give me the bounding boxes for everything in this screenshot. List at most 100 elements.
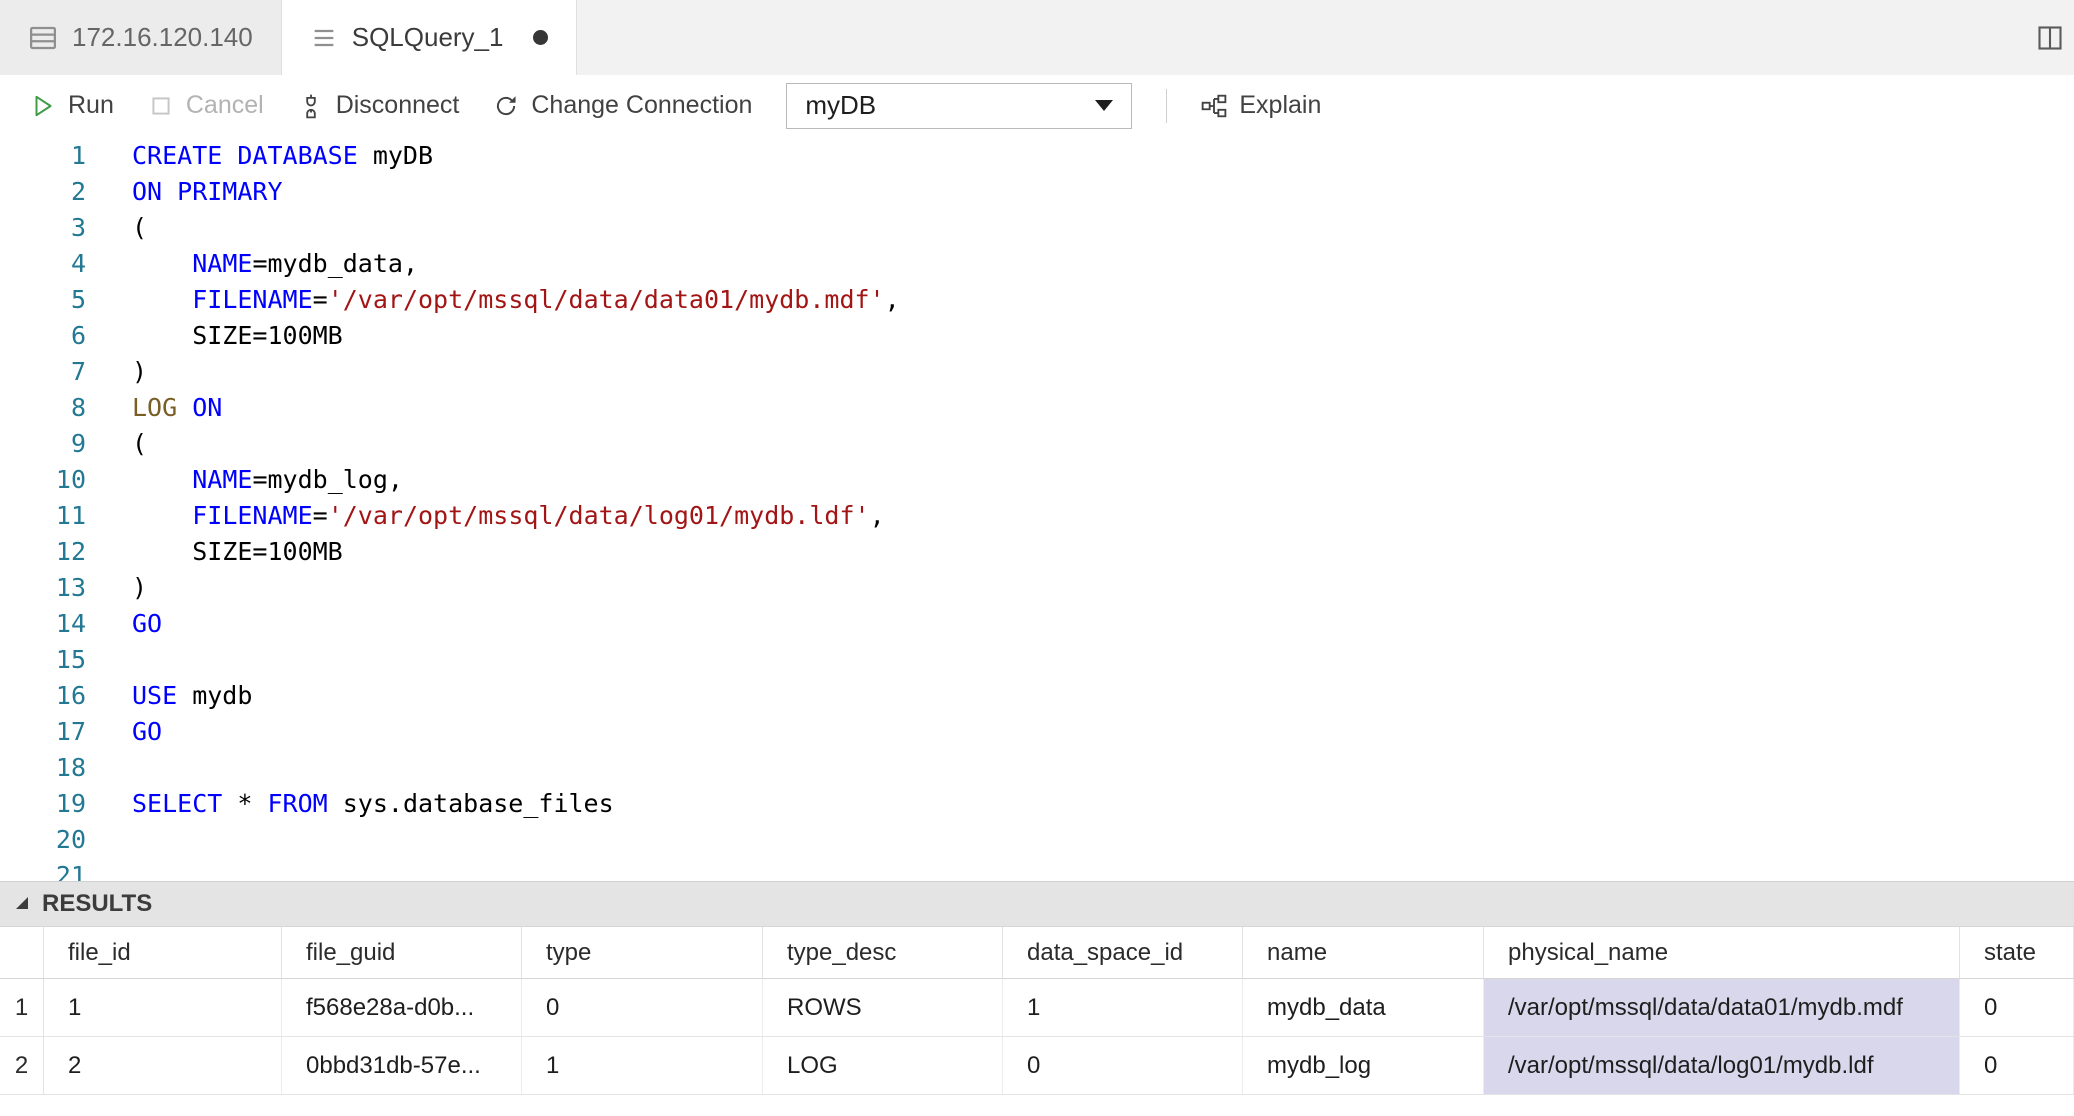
cell-physical_name[interactable]: /var/opt/mssql/data/data01/mydb.mdf: [1484, 979, 1960, 1036]
code-line[interactable]: 17GO: [0, 714, 2074, 750]
results-panel-header[interactable]: RESULTS: [0, 881, 2074, 926]
row-number[interactable]: 1: [0, 979, 44, 1036]
line-number: 13: [0, 570, 86, 606]
code-line[interactable]: 2 ON PRIMARY: [0, 174, 2074, 210]
code-line[interactable]: 18: [0, 750, 2074, 786]
code-line[interactable]: 14 GO: [0, 606, 2074, 642]
editor-tab-bar: 172.16.120.140 SQLQuery_1: [0, 0, 2074, 75]
code-line[interactable]: 21: [0, 858, 2074, 881]
run-label: Run: [68, 91, 114, 120]
code-text: ): [132, 354, 147, 390]
code-line[interactable]: 1CREATE DATABASE myDB: [0, 138, 2074, 174]
column-header-type[interactable]: type: [522, 927, 763, 978]
line-number: 19: [0, 786, 86, 822]
split-editor-icon[interactable]: [2026, 0, 2074, 75]
tab-sqlquery[interactable]: SQLQuery_1: [282, 0, 578, 75]
line-number: 15: [0, 642, 86, 678]
code-text: LOG ON: [132, 390, 222, 426]
cell-file_guid[interactable]: 0bbd31db-57e...: [282, 1037, 522, 1094]
run-button[interactable]: Run: [30, 91, 114, 120]
cell-state[interactable]: 0: [1960, 979, 2074, 1036]
line-number: 18: [0, 750, 86, 786]
cell-type_desc[interactable]: ROWS: [763, 979, 1003, 1036]
line-number: 14: [0, 606, 86, 642]
line-number: 20: [0, 822, 86, 858]
cell-type[interactable]: 0: [522, 979, 763, 1036]
cell-file_id[interactable]: 2: [44, 1037, 282, 1094]
change-connection-button[interactable]: Change Connection: [493, 91, 752, 120]
cell-type_desc[interactable]: LOG: [763, 1037, 1003, 1094]
sql-editor[interactable]: 1CREATE DATABASE myDB2 ON PRIMARY3(4 NAME…: [0, 136, 2074, 881]
code-text: SELECT * FROM sys.database_files: [132, 786, 614, 822]
code-line[interactable]: 13): [0, 570, 2074, 606]
cell-name[interactable]: mydb_log: [1243, 1037, 1484, 1094]
database-selector-value: myDB: [805, 90, 1095, 121]
code-text: USE mydb: [132, 678, 252, 714]
query-file-icon: [310, 24, 338, 52]
row-number[interactable]: 2: [0, 1037, 44, 1094]
cell-physical_name[interactable]: /var/opt/mssql/data/log01/mydb.ldf: [1484, 1037, 1960, 1094]
code-line[interactable]: 8 LOG ON: [0, 390, 2074, 426]
cell-state[interactable]: 0: [1960, 1037, 2074, 1094]
toolbar-separator: [1166, 89, 1167, 123]
cell-data_space_id[interactable]: 1: [1003, 979, 1243, 1036]
line-number: 8: [0, 390, 86, 426]
line-number: 17: [0, 714, 86, 750]
line-number: 2: [0, 174, 86, 210]
database-selector[interactable]: myDB: [786, 83, 1132, 129]
code-line[interactable]: 4 NAME=mydb_data,: [0, 246, 2074, 282]
cell-type[interactable]: 1: [522, 1037, 763, 1094]
code-line[interactable]: 15: [0, 642, 2074, 678]
code-text: GO: [132, 606, 162, 642]
cancel-icon: [148, 93, 174, 119]
code-line[interactable]: 6 SIZE=100MB: [0, 318, 2074, 354]
explain-label: Explain: [1239, 91, 1321, 120]
line-number: 21: [0, 858, 86, 881]
collapse-panel-icon[interactable]: [16, 897, 28, 909]
code-line[interactable]: 5 FILENAME='/var/opt/mssql/data/data01/m…: [0, 282, 2074, 318]
tab-server-dashboard[interactable]: 172.16.120.140: [0, 0, 282, 75]
column-header-state[interactable]: state: [1960, 927, 2074, 978]
column-header-name[interactable]: name: [1243, 927, 1484, 978]
code-line[interactable]: 3(: [0, 210, 2074, 246]
column-header-type_desc[interactable]: type_desc: [763, 927, 1003, 978]
explain-button[interactable]: Explain: [1201, 91, 1321, 120]
code-text: FILENAME='/var/opt/mssql/data/data01/myd…: [132, 282, 900, 318]
column-header-data_space_id[interactable]: data_space_id: [1003, 927, 1243, 978]
line-number: 4: [0, 246, 86, 282]
query-toolbar: Run Cancel Disconnect: [0, 75, 2074, 136]
column-header-file_guid[interactable]: file_guid: [282, 927, 522, 978]
code-line[interactable]: 9(: [0, 426, 2074, 462]
result-row[interactable]: 220bbd31db-57e...1LOG0mydb_log/var/opt/m…: [0, 1037, 2074, 1095]
code-line[interactable]: 10 NAME=mydb_log,: [0, 462, 2074, 498]
line-number: 6: [0, 318, 86, 354]
line-number: 11: [0, 498, 86, 534]
code-text: ON PRIMARY: [132, 174, 283, 210]
code-line[interactable]: 11 FILENAME='/var/opt/mssql/data/log01/m…: [0, 498, 2074, 534]
results-panel: RESULTS file_idfile_guidtypetype_descdat…: [0, 881, 2074, 1116]
code-text: SIZE=100MB: [132, 318, 343, 354]
cell-file_id[interactable]: 1: [44, 979, 282, 1036]
explain-icon: [1201, 93, 1227, 119]
code-line[interactable]: 16USE mydb: [0, 678, 2074, 714]
column-header-file_id[interactable]: file_id: [44, 927, 282, 978]
cell-name[interactable]: mydb_data: [1243, 979, 1484, 1036]
disconnect-button[interactable]: Disconnect: [298, 91, 460, 120]
code-line[interactable]: 19 SELECT * FROM sys.database_files: [0, 786, 2074, 822]
disconnect-label: Disconnect: [336, 91, 460, 120]
cell-file_guid[interactable]: f568e28a-d0b...: [282, 979, 522, 1036]
run-icon: [30, 93, 56, 119]
code-line[interactable]: 20: [0, 822, 2074, 858]
result-row[interactable]: 11f568e28a-d0b...0ROWS1mydb_data/var/opt…: [0, 979, 2074, 1037]
results-header-row: file_idfile_guidtypetype_descdata_space_…: [0, 926, 2074, 979]
code-lines: 1CREATE DATABASE myDB2 ON PRIMARY3(4 NAME…: [0, 138, 2074, 881]
change-connection-label: Change Connection: [531, 91, 752, 120]
code-line[interactable]: 12 SIZE=100MB: [0, 534, 2074, 570]
line-number: 5: [0, 282, 86, 318]
line-number: 1: [0, 138, 86, 174]
code-line[interactable]: 7): [0, 354, 2074, 390]
code-text: NAME=mydb_log,: [132, 462, 403, 498]
column-header-physical_name[interactable]: physical_name: [1484, 927, 1960, 978]
cell-data_space_id[interactable]: 0: [1003, 1037, 1243, 1094]
unsaved-changes-indicator[interactable]: [533, 30, 548, 45]
